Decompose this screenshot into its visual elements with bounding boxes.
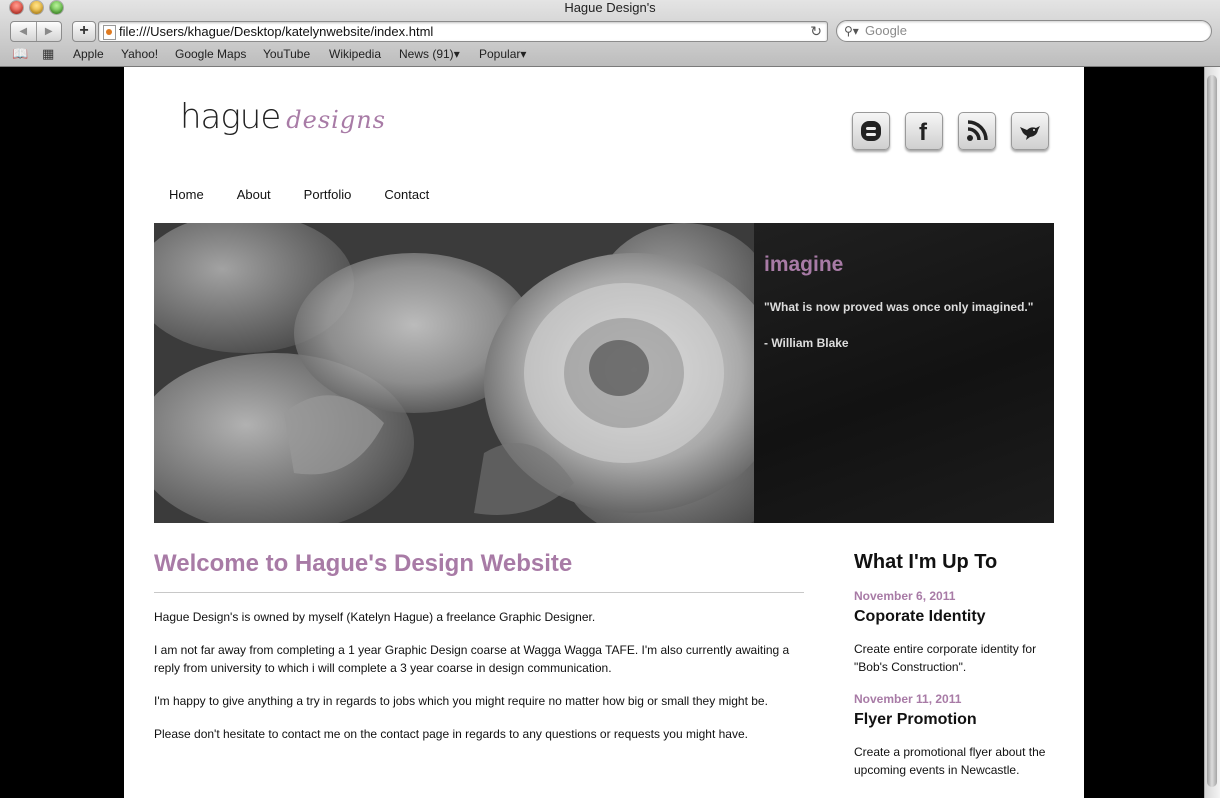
hero-quote-author: - William Blake xyxy=(764,336,849,350)
hero-quote: "What is now proved was once only imagin… xyxy=(764,300,1034,314)
welcome-paragraph: Hague Design's is owned by myself (Katel… xyxy=(154,610,596,624)
nav-contact[interactable]: Contact xyxy=(384,186,429,204)
news-date: November 11, 2011 xyxy=(854,692,962,706)
bookmark-yahoo[interactable]: Yahoo! xyxy=(121,47,158,61)
nav-portfolio[interactable]: Portfolio xyxy=(304,186,352,204)
bookmarks-bar: 📖 ▦ Apple Yahoo! Google Maps YouTube Wik… xyxy=(0,45,1220,63)
hero-banner: imagine "What is now proved was once onl… xyxy=(154,223,1054,523)
site-logo[interactable]: hague designs xyxy=(180,97,386,137)
bookmark-youtube[interactable]: YouTube xyxy=(263,47,310,61)
bookmark-popular[interactable]: Popular▾ xyxy=(479,47,526,61)
news-title[interactable]: Coporate Identity xyxy=(854,608,986,626)
svg-text:f: f xyxy=(919,119,928,144)
bookmark-apple[interactable]: Apple xyxy=(73,47,104,61)
history-buttons: ◀ ▶ xyxy=(10,21,62,42)
reload-icon[interactable]: ↻ xyxy=(810,22,822,40)
hero-heading: imagine xyxy=(764,253,844,276)
news-body: Create a promotional flyer about the upc… xyxy=(854,745,1046,777)
search-icon[interactable]: ⚲▾ xyxy=(844,22,859,40)
twitter-icon[interactable] xyxy=(1011,112,1049,150)
rose-photo-image xyxy=(154,223,754,523)
welcome-paragraph: I am not far away from completing a 1 ye… xyxy=(154,643,790,675)
news-date: November 6, 2011 xyxy=(854,589,956,603)
page-favicon-icon xyxy=(103,25,116,40)
content-divider xyxy=(154,592,804,593)
top-sites-grid-icon[interactable]: ▦ xyxy=(42,46,54,62)
welcome-paragraph: Please don't hesitate to contact me on t… xyxy=(154,727,748,741)
address-text[interactable]: file:///Users/khague/Desktop/katelynwebs… xyxy=(119,23,433,40)
bookmark-popular-label: Popular xyxy=(479,47,521,61)
news-title[interactable]: Flyer Promotion xyxy=(854,711,977,729)
search-placeholder: Google xyxy=(865,23,907,38)
nav-about[interactable]: About xyxy=(237,186,271,204)
search-input[interactable]: ⚲▾ Google xyxy=(836,20,1212,42)
bookmark-wikipedia[interactable]: Wikipedia xyxy=(329,47,381,61)
welcome-title: Welcome to Hague's Design Website xyxy=(154,550,573,577)
bookmark-google-maps[interactable]: Google Maps xyxy=(175,47,246,61)
address-bar[interactable]: file:///Users/khague/Desktop/katelynwebs… xyxy=(98,21,828,42)
logo-sub-text: designs xyxy=(286,106,386,134)
bookmark-news[interactable]: News (91)▾ xyxy=(399,47,460,61)
news-body: Create entire corporate identity for "Bo… xyxy=(854,642,1037,674)
sidebar-title: What I'm Up To xyxy=(854,551,998,573)
blogger-icon[interactable] xyxy=(852,112,890,150)
rss-icon[interactable] xyxy=(958,112,996,150)
nav-home[interactable]: Home xyxy=(169,186,204,204)
bookmark-news-label: News (91) xyxy=(399,47,454,61)
facebook-icon[interactable]: f xyxy=(905,112,943,150)
forward-button[interactable]: ▶ xyxy=(37,22,62,41)
add-bookmark-button[interactable]: + xyxy=(72,21,96,42)
web-page: hague designs f Home About Portfolio Cont… xyxy=(124,67,1084,798)
reading-list-icon[interactable]: 📖 xyxy=(12,46,28,62)
browser-chrome: Hague Design's ◀ ▶ + file:///Users/khagu… xyxy=(0,0,1220,67)
main-navigation: Home About Portfolio Contact xyxy=(169,186,462,204)
back-button[interactable]: ◀ xyxy=(11,22,37,41)
welcome-paragraph: I'm happy to give anything a try in rega… xyxy=(154,694,768,708)
chevron-down-icon: ▾ xyxy=(520,47,527,61)
vertical-scrollbar[interactable] xyxy=(1204,67,1220,798)
chevron-down-icon: ▾ xyxy=(453,47,460,61)
hero-quote-panel: imagine "What is now proved was once onl… xyxy=(754,223,1054,523)
scrollbar-thumb[interactable] xyxy=(1207,75,1217,787)
window-title: Hague Design's xyxy=(564,0,656,15)
logo-main-text: hague xyxy=(180,97,281,137)
